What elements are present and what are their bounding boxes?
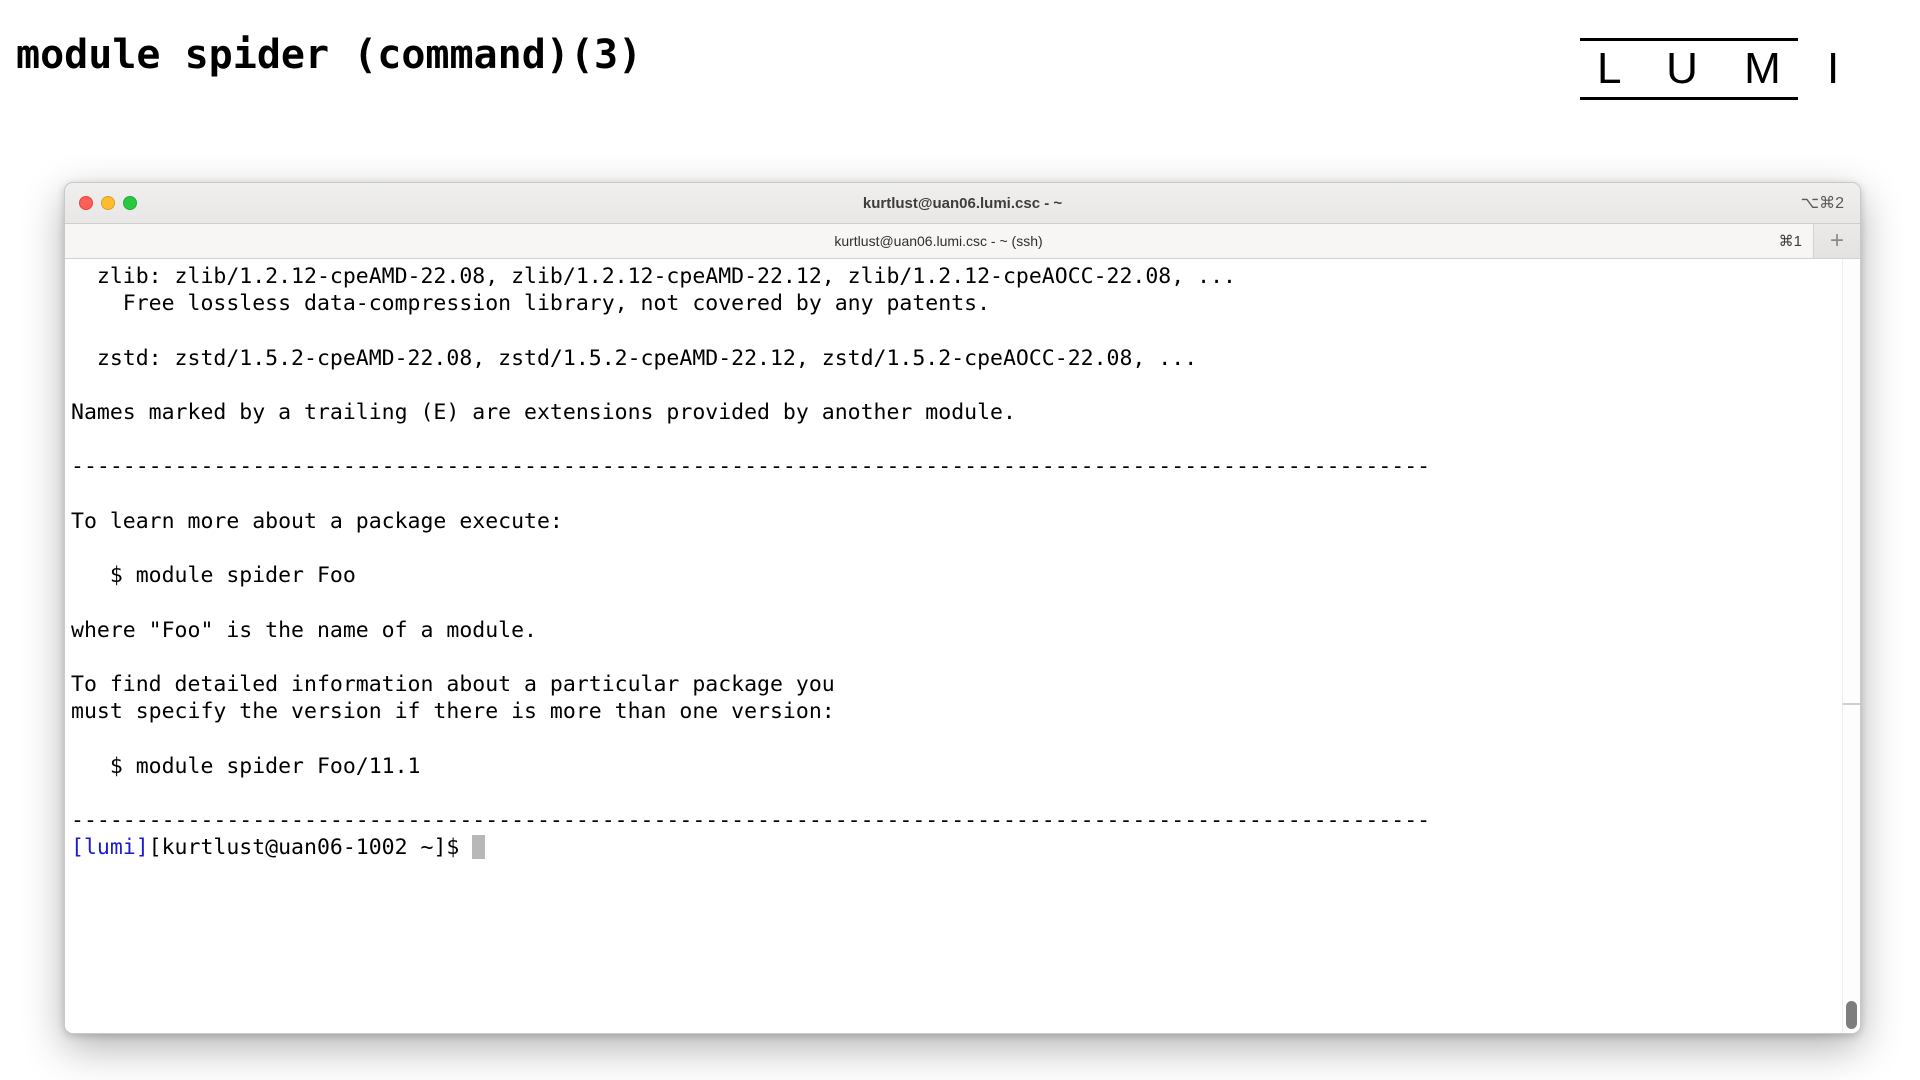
prompt-user-host-path: [kurtlust@uan06-1002 ~]$ — [148, 835, 473, 861]
new-tab-button[interactable]: + — [1813, 224, 1860, 258]
terminal-line: must specify the version if there is mor… — [71, 699, 835, 725]
minimize-button[interactable] — [101, 196, 115, 210]
tab-label: kurtlust@uan06.lumi.csc - ~ (ssh) — [834, 233, 1043, 249]
terminal-line: zstd: zstd/1.5.2-cpeAMD-22.08, zstd/1.5.… — [71, 345, 1198, 371]
terminal-line: Free lossless data-compression library, … — [71, 291, 991, 317]
window-title-bar[interactable]: kurtlust@uan06.lumi.csc - ~ ⌥⌘2 — [65, 183, 1860, 224]
tab-shortcut-badge: ⌘1 — [1778, 233, 1802, 250]
tab-ssh-session[interactable]: kurtlust@uan06.lumi.csc - ~ (ssh) — [65, 224, 1812, 258]
vertical-scrollbar[interactable] — [1842, 259, 1860, 1033]
window-title: kurtlust@uan06.lumi.csc - ~ — [862, 194, 1063, 212]
lumi-logo: L U M I — [1580, 38, 1857, 100]
logo-wordmark: L U M I — [1597, 44, 1857, 93]
window-shortcut-badge: ⌥⌘2 — [1800, 195, 1844, 212]
terminal-text: zlib: zlib/1.2.12-cpeAMD-22.08, zlib/1.2… — [71, 263, 1800, 861]
maximize-button[interactable] — [123, 196, 137, 210]
terminal-line: To find detailed information about a par… — [71, 672, 835, 698]
terminal-line: where "Foo" is the name of a module. — [71, 617, 537, 643]
terminal-output-area[interactable]: zlib: zlib/1.2.12-cpeAMD-22.08, zlib/1.2… — [65, 259, 1860, 1033]
prompt-host-tag: [lumi] — [71, 835, 149, 861]
terminal-prompt-line: [lumi][kurtlust@uan06-1002 ~]$ — [71, 834, 1800, 861]
logo-rule-top — [1580, 38, 1798, 41]
terminal-window: kurtlust@uan06.lumi.csc - ~ ⌥⌘2 kurtlust… — [64, 182, 1861, 1034]
terminal-line: ----------------------------------------… — [71, 454, 1431, 480]
logo-rule-bottom — [1580, 97, 1798, 100]
scrollbar-thumb[interactable] — [1846, 1001, 1857, 1029]
page-title: module spider (command)(3) — [16, 32, 643, 78]
terminal-line: $ module spider Foo/11.1 — [71, 753, 421, 779]
terminal-line: Names marked by a trailing (E) are exten… — [71, 400, 1016, 426]
terminal-line: ----------------------------------------… — [71, 808, 1431, 834]
terminal-cursor — [472, 835, 486, 860]
close-button[interactable] — [79, 196, 93, 210]
window-controls — [79, 196, 137, 210]
terminal-line: zlib: zlib/1.2.12-cpeAMD-22.08, zlib/1.2… — [71, 264, 1236, 289]
scrollbar-divider — [1843, 703, 1860, 705]
terminal-line: $ module spider Foo — [71, 563, 356, 589]
terminal-line: To learn more about a package execute: — [71, 508, 563, 534]
tab-bar: kurtlust@uan06.lumi.csc - ~ (ssh) ⌘1 + — [65, 224, 1860, 259]
